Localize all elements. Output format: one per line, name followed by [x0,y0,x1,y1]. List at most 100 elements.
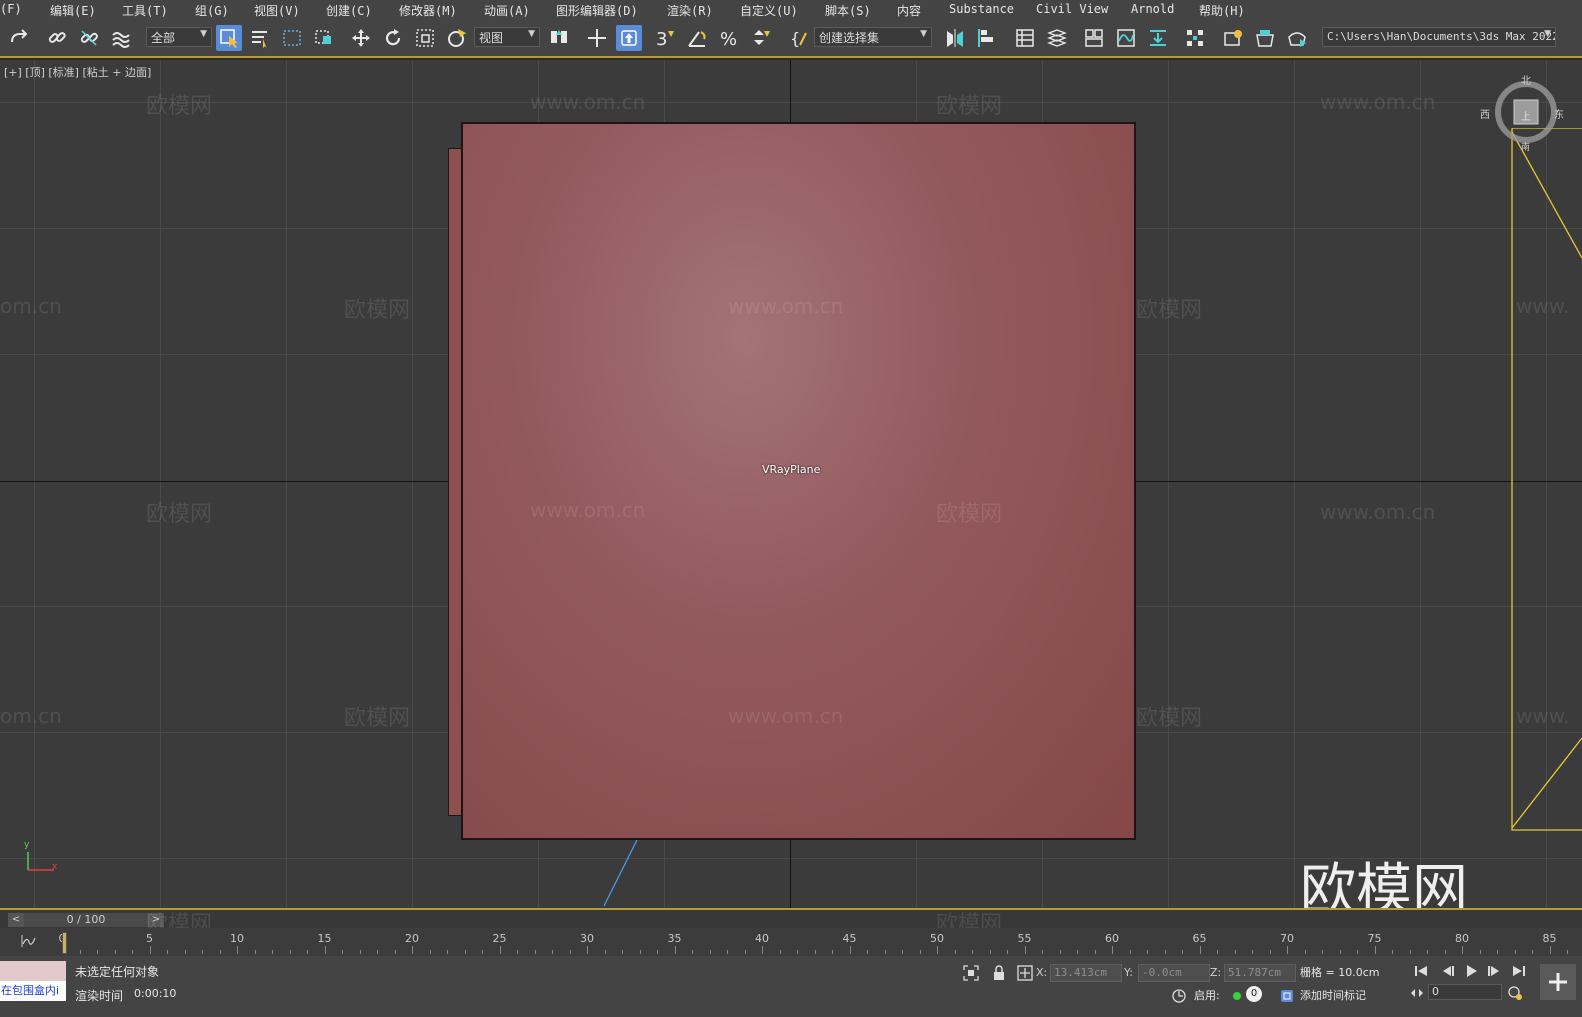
edit-named-selection-icon[interactable]: { [786,25,812,51]
time-tag-icon[interactable] [1278,987,1296,1005]
absolute-mode-icon[interactable] [1016,964,1034,982]
menu-civil-view[interactable]: Civil View [1036,2,1108,16]
key-mode-toggle-icon[interactable] [1408,984,1426,1002]
layer-explorer-icon[interactable] [1044,25,1070,51]
previous-frame-icon[interactable] [1438,962,1456,980]
snaps-toggle-icon[interactable]: 3 [652,25,678,51]
viewcube-south[interactable]: 南 [1521,140,1530,153]
menu-view[interactable]: 视图(V) [254,2,300,19]
frame-tick [1164,950,1166,954]
menu-arnold[interactable]: Arnold [1131,2,1174,16]
go-to-end-icon[interactable] [1510,962,1528,980]
maxscript-listener-output[interactable] [0,961,66,981]
menu-content[interactable]: 内容 [897,2,921,19]
viewcube-east[interactable]: 东 [1554,106,1564,121]
frame-tick [132,950,133,954]
percent-snap-icon[interactable]: % [716,25,742,51]
time-prev-button[interactable]: < [8,913,24,927]
lock-icon[interactable] [990,964,1008,982]
status-green-dot-icon [1228,987,1246,1005]
menu-help[interactable]: 帮助(H) [1199,2,1245,19]
scale-icon[interactable] [412,25,438,51]
time-slider-thumb[interactable]: 0 / 100 [24,913,148,927]
render-time-value: 0:00:10 [134,987,177,1000]
add-time-tag[interactable]: 添加时间标记 [1300,987,1366,1003]
top-viewport[interactable]: 欧模网 www.om.cn 欧模网 www.om.cn om.cn 欧模网 欧模… [0,60,1582,908]
track-bar[interactable]: 0510152025303540455055606570758085 [0,928,1582,956]
named-selection-dropdown[interactable]: 创建选择集 ▼ [814,27,932,47]
toggle-ribbon-icon[interactable] [1081,25,1107,51]
z-coord-field[interactable]: 51.787cm [1224,964,1296,982]
viewcube-west[interactable]: 西 [1480,106,1490,121]
viewcube[interactable]: 北 西 东 上 南 [1480,76,1564,153]
adaptive-degradation-icon[interactable] [1170,987,1188,1005]
viewcube-north[interactable]: 北 [1521,72,1531,87]
menu-graph-editors[interactable]: 图形编辑器(D) [556,2,638,19]
mirror-icon[interactable] [942,25,968,51]
menu-rendering[interactable]: 渲染(R) [667,2,713,19]
link-icon[interactable] [44,25,70,51]
place-icon[interactable] [444,25,470,51]
move-icon[interactable] [348,25,374,51]
menu-create[interactable]: 创建(C) [326,2,372,19]
menu-animation[interactable]: 动画(A) [484,2,530,19]
play-icon[interactable] [1462,962,1480,980]
enable-count-badge[interactable]: 0 [1246,986,1262,1002]
schematic-view-icon[interactable] [1145,25,1171,51]
scene-explorer-icon[interactable] [1012,25,1038,51]
viewport-label[interactable]: [+] [顶] [标准] [粘土 + 边面] [4,64,151,80]
menu-group[interactable]: 组(G) [195,2,229,19]
rectangular-selection-icon[interactable] [279,25,305,51]
current-frame-marker[interactable] [62,932,67,954]
next-frame-icon[interactable] [1486,962,1504,980]
time-configuration-icon[interactable] [1506,984,1524,1002]
select-manipulate-icon[interactable] [584,25,610,51]
menu-edit[interactable]: 编辑(E) [50,2,96,19]
plane-edge[interactable] [448,148,462,816]
menu-file[interactable]: (F) [0,2,22,16]
render-setup-icon[interactable] [1220,25,1246,51]
frame-tick [1147,950,1148,954]
keyboard-shortcut-override-icon[interactable] [616,25,642,51]
frame-tick-label: 30 [580,932,594,945]
spinner-snap-icon[interactable] [748,25,774,51]
current-frame-field[interactable]: 0 [1428,984,1502,1000]
select-object-icon[interactable] [216,25,242,51]
time-slider[interactable]: < 0 / 100 > 欧模网 欧模网 [0,908,1582,937]
menu-scripting[interactable]: 脚本(S) [825,2,871,19]
select-by-name-icon[interactable] [247,25,273,51]
go-to-start-icon[interactable] [1412,962,1430,980]
z-coord-label: Z: [1210,966,1222,979]
bind-space-warp-icon[interactable] [108,25,134,51]
menu-tools[interactable]: 工具(T) [122,2,168,19]
rotate-icon[interactable] [380,25,406,51]
grid-line [412,60,413,908]
frame-tick [1532,950,1533,954]
isolate-selection-icon[interactable] [962,964,980,982]
camera-frustum[interactable] [1510,128,1582,834]
render-production-icon[interactable] [1284,25,1310,51]
project-path-dropdown[interactable]: C:\Users\Han\Documents\3ds Max 2022 ▼ [1322,27,1556,47]
menu-modifiers[interactable]: 修改器(M) [399,2,457,19]
unlink-icon[interactable] [76,25,102,51]
curve-editor-icon[interactable] [1113,25,1139,51]
curve-editor-mini-icon[interactable] [20,934,36,951]
vray-plane-object[interactable] [461,122,1136,840]
viewcube-top-face[interactable]: 上 [1521,108,1531,123]
redo-icon[interactable] [6,25,32,51]
reference-coordinate-dropdown[interactable]: 视图 ▼ [474,27,540,47]
add-viewport-layout-button[interactable] [1540,964,1576,1000]
maxscript-listener-input[interactable]: 在包围盒内i [0,981,66,1001]
material-editor-icon[interactable] [1182,25,1208,51]
menu-substance[interactable]: Substance [949,2,1014,16]
y-coord-field[interactable]: -0.0cm [1138,964,1210,982]
menu-customize[interactable]: 自定义(U) [740,2,798,19]
window-crossing-icon[interactable] [311,25,337,51]
align-icon[interactable] [974,25,1000,51]
x-coord-field[interactable]: 13.413cm [1050,964,1122,982]
rendered-frame-window-icon[interactable] [1252,25,1278,51]
frame-ruler[interactable]: 0510152025303540455055606570758085 [59,928,1582,956]
angle-snap-icon[interactable] [684,25,710,51]
pivot-center-icon[interactable] [546,25,572,51]
selection-filter-dropdown[interactable]: 全部 ▼ [146,27,212,47]
